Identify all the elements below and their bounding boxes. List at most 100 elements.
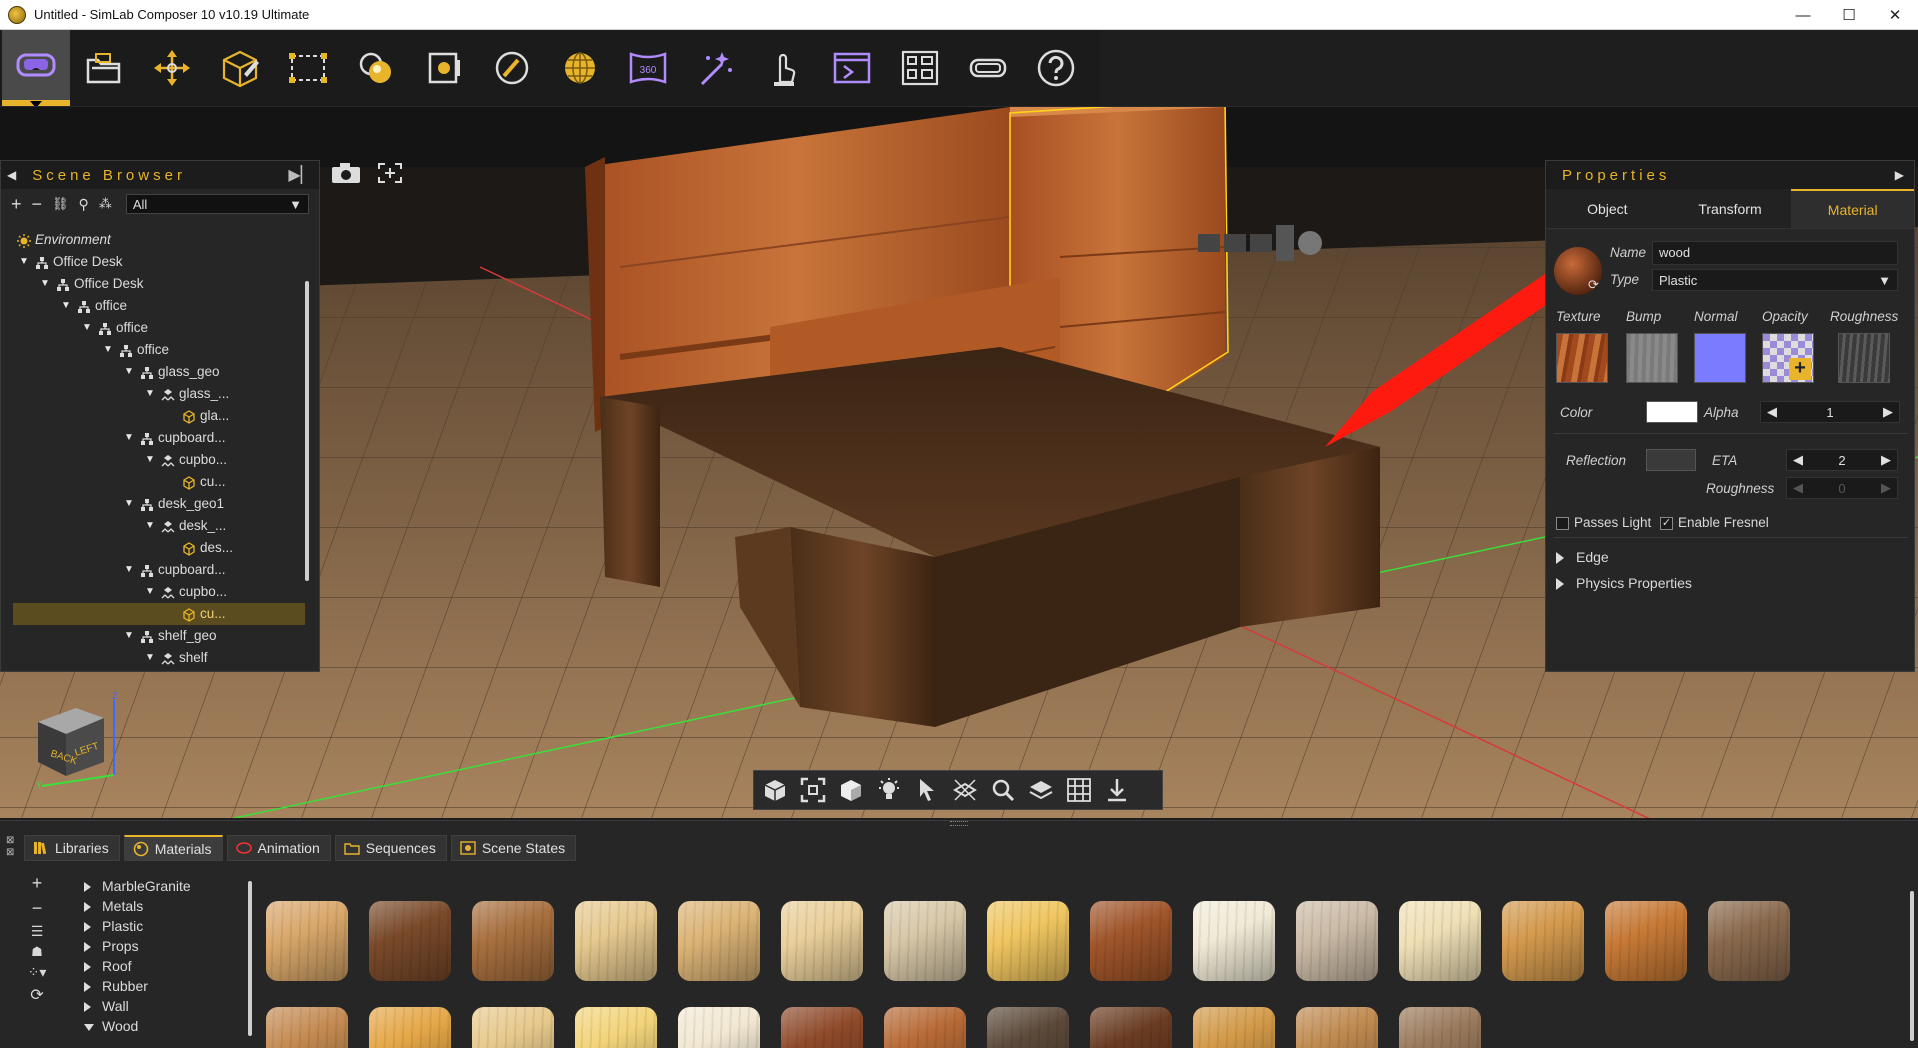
expand-arrow-icon[interactable]: ▼ [145,581,155,603]
expand-arrow-icon[interactable]: ▼ [124,559,134,581]
zoom-button[interactable] [986,773,1020,807]
gizmo-move-icon[interactable] [1198,234,1220,252]
expand-triangle-icon[interactable] [84,1002,91,1012]
remove-node-icon[interactable]: − [32,194,43,215]
material-thumbnail[interactable] [1086,1003,1176,1048]
expand-arrow-icon[interactable]: ▼ [61,295,71,317]
material-thumbnail[interactable] [1601,897,1691,987]
panel-expand-icon[interactable]: ▶▏ [288,165,313,185]
increment-icon[interactable]: ▶ [1881,452,1891,468]
material-thumbnail[interactable] [777,1003,867,1048]
scene-tree-node[interactable]: ▼ office [1,317,305,339]
category-item[interactable]: Rubber [84,977,248,997]
expand-triangle-icon[interactable] [84,982,91,992]
pen-tool-button[interactable] [478,30,546,106]
opacity-map-swatch[interactable]: + [1762,333,1814,383]
select-mode-button[interactable] [910,773,944,807]
expand-arrow-icon[interactable]: ▼ [124,361,134,383]
gizmo-copy-icon[interactable] [1250,234,1272,252]
tab-animation[interactable]: Animation [226,835,331,861]
category-scrollbar[interactable] [248,881,252,1036]
tab-material[interactable]: Material [1791,189,1915,228]
lighting-button[interactable] [872,773,906,807]
collapse-left-icon[interactable]: ◀ [7,168,16,182]
material-thumbnail[interactable] [1189,1003,1279,1048]
view-cube-button[interactable] [758,773,792,807]
refresh-preview-icon[interactable]: ⟳ [1588,277,1599,293]
material-thumbnail[interactable] [1292,1003,1382,1048]
scene-tree-node[interactable]: ▼ cupbo... [1,449,305,471]
vr-viewer-tool-button[interactable] [954,30,1022,106]
material-thumbnail[interactable] [880,1003,970,1048]
material-thumbnail[interactable] [468,897,558,987]
measure-button[interactable] [948,773,982,807]
scene-tree-node[interactable]: ▼ shelf_geo [1,625,305,647]
scene-tree-node[interactable]: ▼ glass_... [1,383,305,405]
decrement-icon[interactable]: ◀ [1767,404,1777,420]
panel-resize-handle[interactable] [950,821,968,826]
bump-map-swatch[interactable] [1626,333,1678,383]
expand-triangle-icon[interactable] [84,962,91,972]
scene-tree-node[interactable]: cu... [1,471,305,493]
material-thumbnail[interactable] [571,897,661,987]
tab-scene-states[interactable]: Scene States [450,835,577,861]
shading-mode-button[interactable] [834,773,868,807]
material-thumbnail[interactable] [365,1003,455,1048]
gizmo-material-icon[interactable] [1298,231,1322,255]
material-thumbnail[interactable] [777,897,867,987]
scene-tree-node[interactable]: ▼ Office Desk [1,273,305,295]
environment-tool-button[interactable] [546,30,614,106]
refresh-icon[interactable]: ⟳ [30,985,43,1005]
close-button[interactable]: ✕ [1872,0,1918,30]
passes-light-checkbox[interactable] [1556,517,1569,530]
material-thumbnail[interactable] [468,1003,558,1048]
orientation-cube[interactable]: BACK LEFT Z Y [28,690,128,790]
screenshot-camera-button[interactable] [330,160,362,186]
material-thumbnail[interactable] [365,897,455,987]
material-thumbnail[interactable] [1395,1003,1485,1048]
add-map-icon[interactable]: + [1789,358,1811,380]
scene-tree-node[interactable]: gla... [1,405,305,427]
scene-tree-node[interactable]: des... [1,537,305,559]
category-item[interactable]: MarbleGranite [84,877,248,897]
expand-arrow-icon[interactable]: ▼ [82,317,92,339]
open-file-tool-button[interactable] [70,30,138,106]
tab-sequences[interactable]: Sequences [334,835,447,861]
scene-tree-node[interactable]: ▼ cupbo... [1,581,305,603]
presentation-tool-button[interactable] [818,30,886,106]
scene-tree-node[interactable]: ▼ shelf [1,647,305,669]
materials-scrollbar[interactable] [1910,891,1914,1041]
grid-toggle-button[interactable] [1062,773,1096,807]
scene-tree-node[interactable]: cu... [13,603,305,625]
reflection-color-picker[interactable] [1646,449,1696,471]
scene-tree-node[interactable]: ▼ cupboard... [1,427,305,449]
material-thumbnail[interactable] [880,897,970,987]
layers-button[interactable] [1024,773,1058,807]
expand-arrow-icon[interactable]: ▼ [124,427,134,449]
zoom-extents-button[interactable] [796,773,830,807]
tab-libraries[interactable]: Libraries [24,835,120,861]
material-type-select[interactable]: Plastic ▼ [1652,269,1898,291]
material-thumbnail[interactable] [1704,897,1794,987]
panel-close-icons[interactable]: ⊠ ⊠ [6,835,14,859]
tab-transform[interactable]: Transform [1669,189,1792,228]
roughness-map-swatch[interactable] [1838,333,1890,383]
enable-fresnel-checkbox[interactable]: ✓ [1660,517,1673,530]
expand-triangle-icon[interactable] [84,902,91,912]
scene-filter-select[interactable]: All ▼ [125,194,309,214]
panorama-360-tool-button[interactable]: 360 [614,30,682,106]
material-name-input[interactable]: wood [1652,241,1898,265]
search-icon[interactable]: ⚲ [79,196,89,213]
alpha-spinner[interactable]: ◀ 1 ▶ [1760,401,1900,423]
edge-section-expander[interactable]: Edge [1556,549,1609,565]
materials-tool-button[interactable] [342,30,410,106]
collapse-right-icon[interactable]: ▶ [1895,168,1904,182]
expand-triangle-icon[interactable] [84,942,91,952]
material-thumbnail[interactable] [262,1003,352,1048]
tab-materials[interactable]: Materials [123,835,223,861]
category-item[interactable]: Plastic [84,917,248,937]
magic-wand-tool-button[interactable] [682,30,750,106]
expand-triangle-icon[interactable] [84,922,91,932]
vr-headset-tool-button[interactable] [2,30,70,108]
remove-category-icon[interactable]: − [32,898,43,919]
